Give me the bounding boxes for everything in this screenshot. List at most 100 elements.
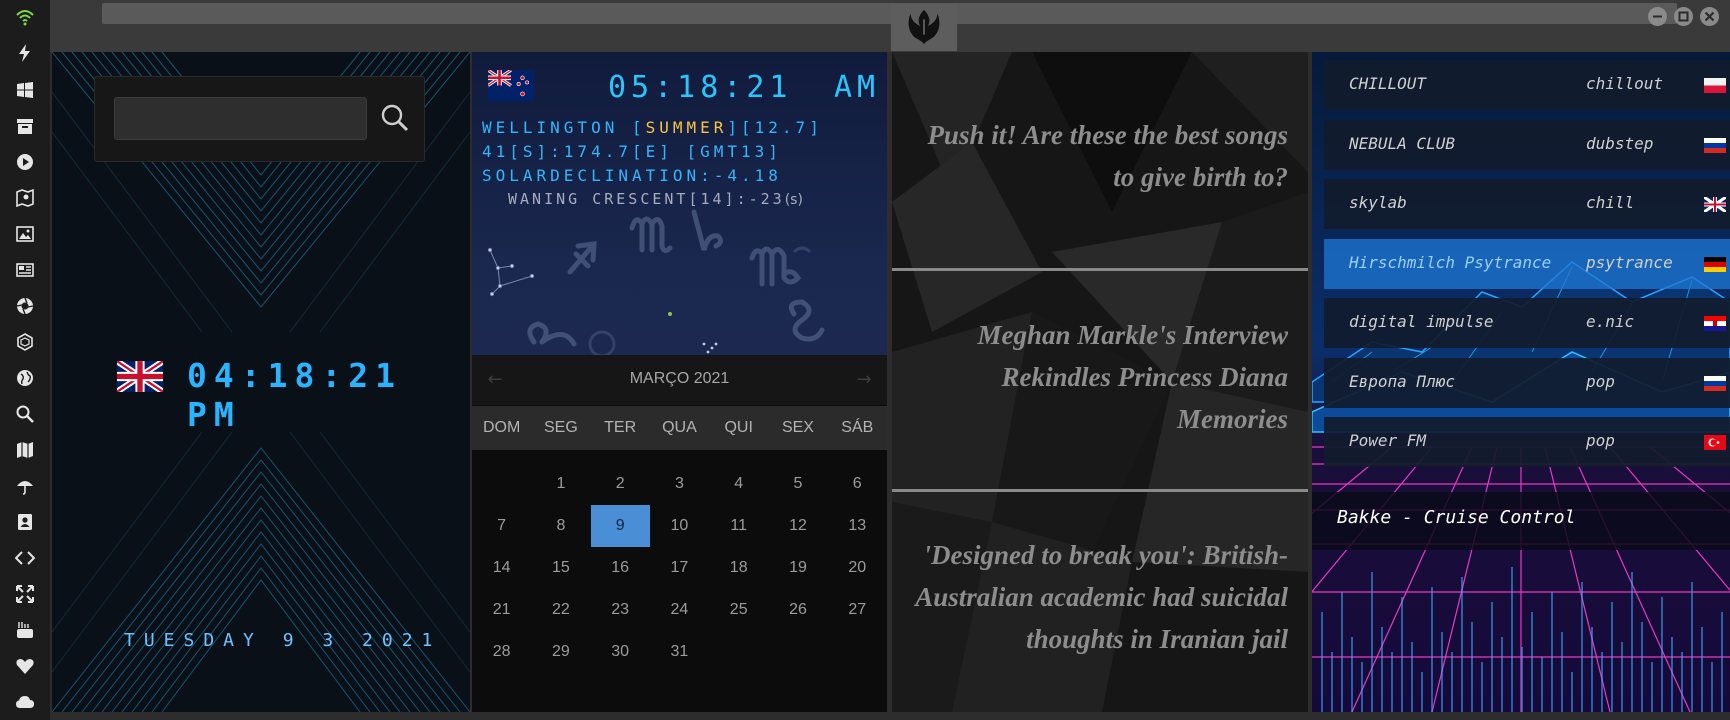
calendar-day[interactable]: 13	[828, 505, 887, 547]
radio-station-genre: e.nic	[1586, 312, 1635, 331]
calendar-header: ← MARÇO 2021 →	[472, 355, 887, 405]
solar-declination-line: SOLARDECLINATION:-4.18	[482, 166, 782, 185]
russia-flag-icon	[1704, 375, 1726, 391]
radio-station-genre: pop	[1586, 371, 1615, 391]
calendar-day[interactable]: 22	[531, 589, 590, 631]
search-input[interactable]	[114, 97, 367, 140]
radio-station-genre: dubstep	[1586, 133, 1654, 153]
local-date: TUESDAY 9 3 2021	[124, 630, 442, 651]
calendar-day[interactable]: 7	[472, 505, 531, 547]
calendar-empty-cell	[472, 463, 531, 505]
calendar-day[interactable]: 19	[768, 547, 827, 589]
calendar-day[interactable]: 17	[650, 547, 709, 589]
calendar-day[interactable]: 3	[650, 463, 709, 505]
calendar-day[interactable]: 31	[650, 631, 709, 673]
radio-station-name: CHILLOUT	[1349, 74, 1427, 93]
hexagon-icon[interactable]	[13, 330, 37, 354]
play-icon[interactable]	[13, 150, 37, 174]
calendar-day[interactable]: 8	[531, 505, 590, 547]
calendar-day[interactable]: 11	[709, 505, 768, 547]
calendar-day[interactable]: 6	[828, 463, 887, 505]
calendar-day[interactable]: 16	[591, 547, 650, 589]
world-time-ampm: AM	[834, 70, 881, 105]
image-icon[interactable]	[13, 222, 37, 246]
archive-icon[interactable]	[13, 114, 37, 138]
radio-station-name: digital impulse	[1349, 312, 1494, 331]
map-photo-icon[interactable]	[13, 186, 37, 210]
calendar-day[interactable]: 12	[768, 505, 827, 547]
title-bar-drag-strip[interactable]	[102, 3, 1677, 24]
youtube-icon[interactable]	[13, 618, 37, 642]
russia-flag-icon	[1704, 137, 1726, 153]
radio-station-name: Европа Плюс	[1349, 371, 1455, 391]
globe-icon[interactable]	[13, 366, 37, 390]
calendar-day[interactable]: 23	[591, 589, 650, 631]
calendar-day[interactable]: 28	[472, 631, 531, 673]
radio-station-row[interactable]: NEBULA CLUB dubstep	[1324, 119, 1730, 170]
poland-flag-icon	[1704, 78, 1726, 93]
calendar-day[interactable]: 15	[531, 547, 590, 589]
news-headline[interactable]: 'Designed to break you': British-Austral…	[892, 534, 1308, 660]
radio-station-row[interactable]: Power FM pop	[1324, 417, 1730, 467]
desktop-widget-window: 04:18:21 PM TUESDAY 9 3 2021 05:18:21 AM…	[0, 0, 1730, 720]
calendar-day[interactable]: 14	[472, 547, 531, 589]
world-time: 05:18:21	[608, 70, 793, 105]
code-icon[interactable]	[13, 546, 37, 570]
radio-station-row[interactable]: CHILLOUT chillout	[1324, 60, 1730, 110]
news-headline[interactable]: Push it! Are these the best songs to giv…	[892, 114, 1308, 198]
calendar-day[interactable]: 29	[531, 631, 590, 673]
radio-station-name: skylab	[1349, 193, 1407, 212]
aperture-icon[interactable]	[13, 294, 37, 318]
contacts-icon[interactable]	[13, 510, 37, 534]
calendar-day[interactable]: 1	[531, 463, 590, 505]
calendar-day-today[interactable]: 9	[590, 505, 650, 547]
calendar-day[interactable]: 25	[709, 589, 768, 631]
map-icon[interactable]	[13, 438, 37, 462]
calendar-day[interactable]: 27	[828, 589, 887, 631]
radio-station-row[interactable]: Европа Плюс pop	[1324, 357, 1730, 408]
search-button[interactable]	[378, 101, 412, 135]
title-bar[interactable]	[50, 0, 1730, 52]
calendar-day[interactable]: 24	[650, 589, 709, 631]
uk-flag-icon	[117, 361, 163, 392]
heart-icon[interactable]	[13, 654, 37, 678]
rebel-alliance-logo[interactable]	[891, 4, 957, 51]
bolt-icon[interactable]	[13, 41, 37, 65]
calendar-day[interactable]: 20	[828, 547, 887, 589]
calendar-day[interactable]: 26	[768, 589, 827, 631]
umbrella-icon[interactable]	[13, 474, 37, 498]
radio-station-row[interactable]: skylab chill	[1324, 179, 1730, 229]
calendar-next-button[interactable]: →	[853, 369, 875, 391]
germany-flag-icon	[1704, 256, 1726, 272]
close-button[interactable]	[1700, 7, 1719, 26]
uk-flag-icon	[1704, 197, 1726, 212]
search-icon[interactable]	[13, 402, 37, 426]
minimize-button[interactable]	[1648, 7, 1667, 26]
calendar-day[interactable]: 2	[591, 463, 650, 505]
calendar-grid: 1 2 3 4 5 6 7 8 9 10 11 12 13 14 15 16 17 18 19 20 21 22 23 24 2…	[472, 463, 887, 673]
weekday-label: SEX	[781, 419, 814, 436]
season-label: SUMMER	[645, 118, 728, 137]
weekday-label: TER	[604, 419, 637, 436]
news-headline[interactable]: Meghan Markle's Interview Rekindles Prin…	[892, 314, 1308, 440]
calendar-day[interactable]: 30	[591, 631, 650, 673]
radio-station-row[interactable]: Hirschmilch Psytrance psytrance	[1324, 238, 1730, 289]
news-icon[interactable]	[13, 258, 37, 282]
calendar-day[interactable]: 21	[472, 589, 531, 631]
calendar-day[interactable]: 18	[709, 547, 768, 589]
radio-station-genre: pop	[1586, 431, 1615, 450]
calendar-day[interactable]: 10	[650, 505, 709, 547]
cloud-icon[interactable]	[13, 690, 37, 714]
now-playing-track: Bakke - Cruise Control	[1337, 507, 1576, 528]
radio-station-genre: psytrance	[1586, 252, 1673, 272]
news-divider	[892, 268, 1308, 271]
calendar-day[interactable]: 4	[709, 463, 768, 505]
radio-station-row[interactable]: digital impulse e.nic	[1324, 298, 1730, 348]
maximize-button[interactable]	[1674, 7, 1693, 26]
weekday-label: QUI	[724, 419, 753, 436]
windows-icon[interactable]	[13, 78, 37, 102]
calendar-day[interactable]: 5	[768, 463, 827, 505]
wifi-icon[interactable]	[13, 5, 37, 29]
radio-panel: CHILLOUT chillout NEBULA CLUB dubstep skylab…	[1312, 52, 1730, 712]
fullscreen-icon[interactable]	[13, 582, 37, 606]
